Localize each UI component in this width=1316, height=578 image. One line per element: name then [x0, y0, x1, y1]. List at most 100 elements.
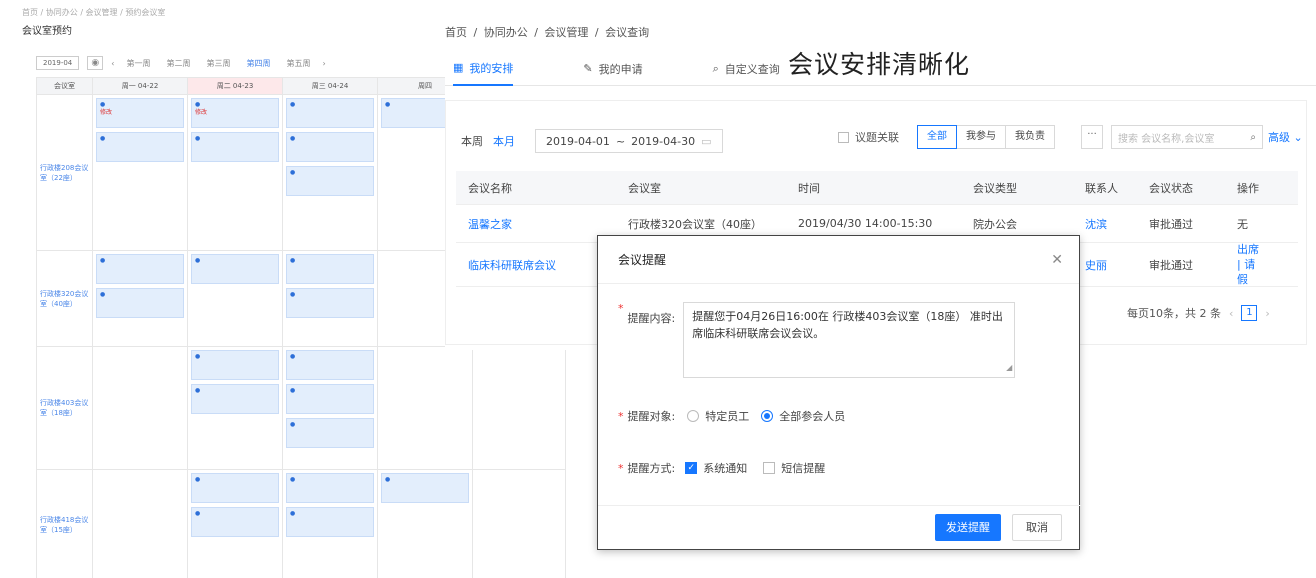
filter-participate-button[interactable]: 我参与 — [956, 125, 1006, 149]
day-cell[interactable] — [93, 347, 188, 469]
calendar-event[interactable]: ● — [286, 288, 374, 318]
col-header: 会议状态 — [1149, 181, 1193, 195]
cancel-button[interactable]: 取消 — [1012, 514, 1062, 541]
room-label[interactable]: 行政楼418会议室（15座） — [37, 470, 93, 578]
week-5[interactable]: 第五周 — [282, 58, 314, 69]
tab-my-applications[interactable]: ✎ 我的申请 — [583, 52, 642, 86]
reminder-content-textarea[interactable]: 提醒您于04月26日16:00在 行政楼403会议室（18座） 准时出席临床科研… — [683, 302, 1016, 378]
event-edit[interactable]: 修改 — [100, 109, 112, 117]
day-cell[interactable]: ● ● ● — [283, 347, 378, 469]
search-input[interactable]: 搜索 会议名称,会议室 ⌕ — [1111, 125, 1263, 149]
day-cell[interactable]: ● ● — [93, 251, 188, 346]
col-header: 时间 — [798, 181, 820, 195]
this-month-link[interactable]: 本月 — [493, 133, 515, 149]
resize-handle-icon[interactable]: ◢ — [1006, 359, 1012, 376]
calendar-event[interactable]: ● 修改 — [191, 98, 279, 128]
day-cell[interactable]: ● ● — [283, 470, 378, 578]
send-reminder-button[interactable]: 发送提醒 — [935, 514, 1001, 541]
calendar-event[interactable]: ● — [191, 132, 279, 162]
search-placeholder: 搜索 会议名称,会议室 — [1118, 133, 1215, 145]
radio-specific-employee[interactable] — [687, 410, 700, 422]
breadcrumb-item[interactable]: 会议管理 — [544, 26, 588, 39]
calendar-event[interactable]: ● — [191, 473, 279, 503]
date-range-picker[interactable]: 2019-04-01 ~ 2019-04-30 ▭ — [535, 129, 723, 153]
filter-responsible-button[interactable]: 我负责 — [1005, 125, 1055, 149]
table-header-row: 会议名称 会议室 时间 会议类型 联系人 会议状态 操作 — [456, 171, 1298, 205]
day-cell[interactable]: ● 修改 ● — [93, 95, 188, 250]
tab-label: 我的申请 — [598, 62, 643, 76]
next-page-icon[interactable]: › — [1265, 307, 1269, 320]
participation-filter: 全部 我参与 我负责 — [917, 125, 1055, 149]
day-cell[interactable]: ● 修改 ● — [188, 95, 283, 250]
room-label[interactable]: 行政楼403会议室（18座） — [37, 347, 93, 469]
checkbox-sms[interactable] — [763, 462, 776, 474]
prev-page-icon[interactable]: ‹ — [1229, 307, 1233, 320]
checkbox-system-notice[interactable]: ✓ — [685, 462, 698, 474]
checkbox-label: 短信提醒 — [781, 462, 826, 475]
day-cell[interactable]: ● ● ● — [283, 95, 378, 250]
checkbox-icon[interactable] — [838, 131, 849, 143]
meeting-name-link[interactable]: 临床科研联席会议 — [456, 257, 616, 273]
calendar-event[interactable]: ● — [191, 507, 279, 537]
day-cell[interactable]: ● — [378, 470, 473, 578]
chevron-down-icon: ⌄ — [1293, 131, 1303, 144]
room-label[interactable]: 行政楼320会议室（40座） — [37, 251, 93, 346]
prev-week-icon[interactable]: ‹ — [111, 59, 114, 68]
day-cell[interactable]: ● — [188, 251, 283, 346]
week-3[interactable]: 第三周 — [202, 58, 234, 69]
date-separator: ~ — [615, 134, 626, 148]
calendar-event[interactable]: ● — [191, 384, 279, 414]
day-cell[interactable]: ● ● — [188, 347, 283, 469]
calendar-event[interactable]: ● — [286, 473, 374, 503]
calendar-month-picker[interactable]: 2019-04 — [36, 56, 80, 70]
event-edit[interactable]: 修改 — [195, 109, 207, 117]
calendar-event[interactable]: ● — [286, 350, 374, 380]
day-cell[interactable]: ● ● — [283, 251, 378, 346]
calendar-event[interactable]: ● — [191, 254, 279, 284]
meeting-name-link[interactable]: 温馨之家 — [456, 216, 616, 232]
modal-footer: 发送提醒 取消 — [598, 505, 1081, 549]
day-cell[interactable] — [378, 347, 473, 469]
week-4[interactable]: 第四周 — [242, 58, 274, 69]
week-1[interactable]: 第一周 — [122, 58, 154, 69]
week-2[interactable]: 第二周 — [162, 58, 194, 69]
day-cell[interactable] — [93, 470, 188, 578]
advanced-search-link[interactable]: 高级 ⌄ — [1268, 129, 1303, 145]
calendar-event[interactable]: ● — [286, 507, 374, 537]
calendar-event[interactable]: ● — [286, 254, 374, 284]
calendar-event[interactable]: ● — [96, 254, 184, 284]
page-number[interactable]: 1 — [1241, 305, 1258, 321]
filter-all-button[interactable]: 全部 — [917, 125, 957, 149]
breadcrumb-item[interactable]: 协同办公 — [484, 26, 528, 39]
calendar-event[interactable]: ● — [286, 132, 374, 162]
calendar-event[interactable]: ● — [286, 418, 374, 448]
this-week-link[interactable]: 本周 — [461, 133, 483, 149]
calendar-event[interactable]: ● — [96, 132, 184, 162]
more-button[interactable]: ··· — [1081, 125, 1103, 149]
modal-header: 会议提醒 ✕ — [598, 236, 1079, 284]
calendar-event[interactable]: ● — [96, 288, 184, 318]
calendar-event[interactable]: ● — [286, 98, 374, 128]
eye-icon[interactable]: ◉ — [87, 56, 104, 70]
date-filters: 本周 本月 2019-04-01 ~ 2019-04-30 ▭ — [461, 129, 723, 153]
topic-related-checkbox[interactable]: 议题关联 — [838, 129, 899, 145]
reminder-method-row: * 提醒方式: ✓ 系统通知 短信提醒 — [618, 460, 825, 476]
attend-leave-actions[interactable]: 出席 | 请假 — [1225, 242, 1265, 287]
header-wed: 周三 04-24 — [283, 78, 378, 94]
contact-link[interactable]: 史丽 — [1073, 257, 1137, 273]
next-week-icon[interactable]: › — [322, 59, 325, 68]
calendar-event[interactable]: ● — [286, 384, 374, 414]
close-icon[interactable]: ✕ — [1051, 252, 1063, 268]
calendar-event[interactable]: ● — [381, 473, 469, 503]
search-icon[interactable]: ⌕ — [1250, 132, 1256, 143]
tab-my-schedule[interactable]: ▦ 我的安排 — [453, 52, 514, 86]
radio-all-attendees[interactable] — [761, 410, 774, 422]
day-cell[interactable]: ● ● — [188, 470, 283, 578]
room-label[interactable]: 行政楼208会议室（22座） — [37, 95, 93, 250]
calendar-event[interactable]: ● — [191, 350, 279, 380]
contact-link[interactable]: 沈滨 — [1073, 216, 1137, 232]
calendar-event[interactable]: ● 修改 — [96, 98, 184, 128]
calendar-event[interactable]: ● — [286, 166, 374, 196]
breadcrumb-item[interactable]: 首页 — [445, 26, 467, 39]
tab-custom-query[interactable]: ⌕ 自定义查询 — [713, 52, 780, 86]
